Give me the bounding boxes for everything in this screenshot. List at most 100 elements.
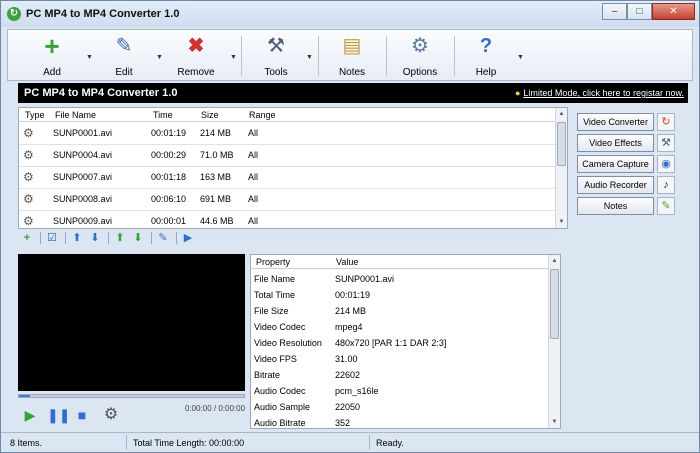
properties-header: Property Value: [251, 255, 548, 269]
property-key: Audio Bitrate: [254, 418, 306, 428]
stop-icon[interactable]: ■: [73, 406, 91, 424]
file-list[interactable]: Type File Name Time Size Range ⚙ SUNP000…: [18, 107, 568, 233]
notes-icon[interactable]: ✎: [657, 197, 675, 215]
magic-wand-icon[interactable]: ⚒: [657, 134, 675, 152]
file-time: 00:00:01: [151, 216, 187, 226]
file-name: SUNP0009.avi: [53, 216, 113, 226]
property-value: mpeg4: [335, 322, 363, 332]
checkbox-icon[interactable]: ☑: [45, 231, 59, 245]
play-icon[interactable]: ▶: [181, 231, 195, 245]
remove-button[interactable]: ✖ Remove: [170, 34, 222, 80]
table-row[interactable]: ⚙ SUNP0004.avi 00:00:29 71.0 MB All: [19, 145, 555, 167]
table-row[interactable]: ⚙ SUNP0007.avi 00:01:18 163 MB All: [19, 167, 555, 189]
property-row: Total Time 00:01:19: [251, 287, 548, 303]
banner-title: PC MP4 to MP4 Converter 1.0: [24, 87, 178, 99]
property-value: 31.00: [335, 354, 358, 364]
toolbar-separator: [318, 36, 319, 76]
file-list-scrollbar[interactable]: ▲ ▼: [555, 108, 567, 228]
status-separator: [126, 435, 127, 450]
toolbar-separator: [40, 232, 41, 244]
film-reel-icon[interactable]: ⚙: [102, 406, 120, 424]
property-key: File Size: [254, 306, 289, 316]
camera-icon[interactable]: ◉: [657, 155, 675, 173]
window-title: PC MP4 to MP4 Converter 1.0: [26, 8, 180, 20]
register-link-text[interactable]: Limited Mode, click here to registar now…: [523, 88, 684, 98]
column-header: Value: [336, 257, 359, 267]
toolbar-separator: [151, 232, 152, 244]
options-button[interactable]: ⚙ Options: [394, 34, 446, 80]
film-reel-icon: ⚙: [23, 148, 34, 162]
move-top-icon[interactable]: ⬆: [113, 231, 127, 245]
property-key: Audio Sample: [254, 402, 311, 412]
property-row: Audio Bitrate 352: [251, 415, 548, 428]
help-label: Help: [475, 67, 497, 78]
edit-label: Edit: [115, 67, 133, 78]
minimize-button[interactable]: –: [602, 3, 627, 20]
notes-button[interactable]: ▤ Notes: [326, 34, 378, 80]
remove-dropdown-icon[interactable]: ▼: [230, 54, 238, 62]
toolbar-separator: [65, 232, 66, 244]
property-key: Audio Codec: [254, 386, 306, 396]
convert-icon[interactable]: ↻: [657, 113, 675, 131]
file-size: 691 MB: [200, 194, 232, 204]
column-header[interactable]: File Name: [55, 110, 96, 120]
edit-button[interactable]: ✎ Edit: [98, 34, 150, 80]
notes-icon: ▤: [342, 35, 362, 57]
file-name: SUNP0007.avi: [53, 172, 113, 182]
scroll-thumb[interactable]: [557, 122, 566, 166]
camera-capture-button[interactable]: Camera Capture: [577, 155, 654, 173]
add-dropdown-icon[interactable]: ▼: [86, 54, 94, 62]
column-header[interactable]: Time: [153, 110, 173, 120]
property-value: 00:01:19: [335, 290, 371, 300]
help-button[interactable]: ? Help: [460, 34, 512, 80]
options-label: Options: [402, 67, 438, 78]
tools-dropdown-icon[interactable]: ▼: [306, 54, 314, 62]
video-effects-button[interactable]: Video Effects: [577, 134, 654, 152]
toolbar-separator: [386, 36, 387, 76]
scroll-down-icon[interactable]: ▼: [556, 216, 567, 228]
file-list-header: Type File Name Time Size Range: [19, 108, 555, 122]
scroll-up-icon[interactable]: ▲: [556, 108, 567, 120]
seek-bar[interactable]: [18, 394, 245, 398]
property-row: Video FPS 31.00: [251, 351, 548, 367]
play-icon[interactable]: ▶: [21, 406, 39, 424]
file-range: All: [248, 128, 259, 138]
properties-scrollbar[interactable]: ▲ ▼: [548, 255, 560, 428]
help-dropdown-icon[interactable]: ▼: [517, 54, 525, 62]
scroll-up-icon[interactable]: ▲: [549, 255, 560, 267]
property-row: Audio Codec pcm_s16le: [251, 383, 548, 399]
move-bottom-icon[interactable]: ⬇: [131, 231, 145, 245]
table-row[interactable]: ⚙ SUNP0008.avi 00:06:10 691 MB All: [19, 189, 555, 211]
close-button[interactable]: ✕: [652, 3, 695, 20]
column-header[interactable]: Size: [201, 110, 219, 120]
column-header[interactable]: Range: [249, 110, 276, 120]
pause-icon[interactable]: ❚❚: [47, 406, 70, 424]
edit-icon[interactable]: ✎: [156, 231, 170, 245]
list-toolbar: + ☑ ⬆ ⬇ ⬆ ⬇ ✎ ▶: [18, 230, 568, 246]
tools-button[interactable]: ⚒ Tools: [250, 34, 302, 80]
property-key: Total Time: [254, 290, 296, 300]
status-items: 8 Items.: [10, 438, 43, 448]
edit-dropdown-icon[interactable]: ▼: [156, 54, 164, 62]
column-header[interactable]: Type: [25, 110, 45, 120]
table-row[interactable]: ⚙ SUNP0001.avi 00:01:19 214 MB All: [19, 123, 555, 145]
move-up-icon[interactable]: ⬆: [70, 231, 84, 245]
add-button[interactable]: + Add: [26, 33, 78, 80]
property-value: 22050: [335, 402, 361, 412]
move-down-icon[interactable]: ⬇: [88, 231, 102, 245]
notes-side-button[interactable]: Notes: [577, 197, 654, 215]
scroll-thumb[interactable]: [550, 269, 559, 339]
register-link[interactable]: ● Limited Mode, click here to registar no…: [515, 88, 684, 98]
add-file-icon[interactable]: +: [20, 231, 34, 245]
add-label: Add: [43, 67, 61, 78]
scroll-down-icon[interactable]: ▼: [549, 416, 560, 428]
maximize-button[interactable]: □: [627, 3, 652, 20]
audio-recorder-button[interactable]: Audio Recorder: [577, 176, 654, 194]
properties-panel: Property Value File Name SUNP0001.avi To…: [250, 254, 561, 429]
property-key: File Name: [254, 274, 296, 284]
microphone-icon[interactable]: ♪: [657, 176, 675, 194]
file-size: 44.6 MB: [200, 216, 234, 226]
window-controls: – □ ✕: [602, 3, 695, 20]
property-row: Video Codec mpeg4: [251, 319, 548, 335]
video-converter-button[interactable]: Video Converter: [577, 113, 654, 131]
